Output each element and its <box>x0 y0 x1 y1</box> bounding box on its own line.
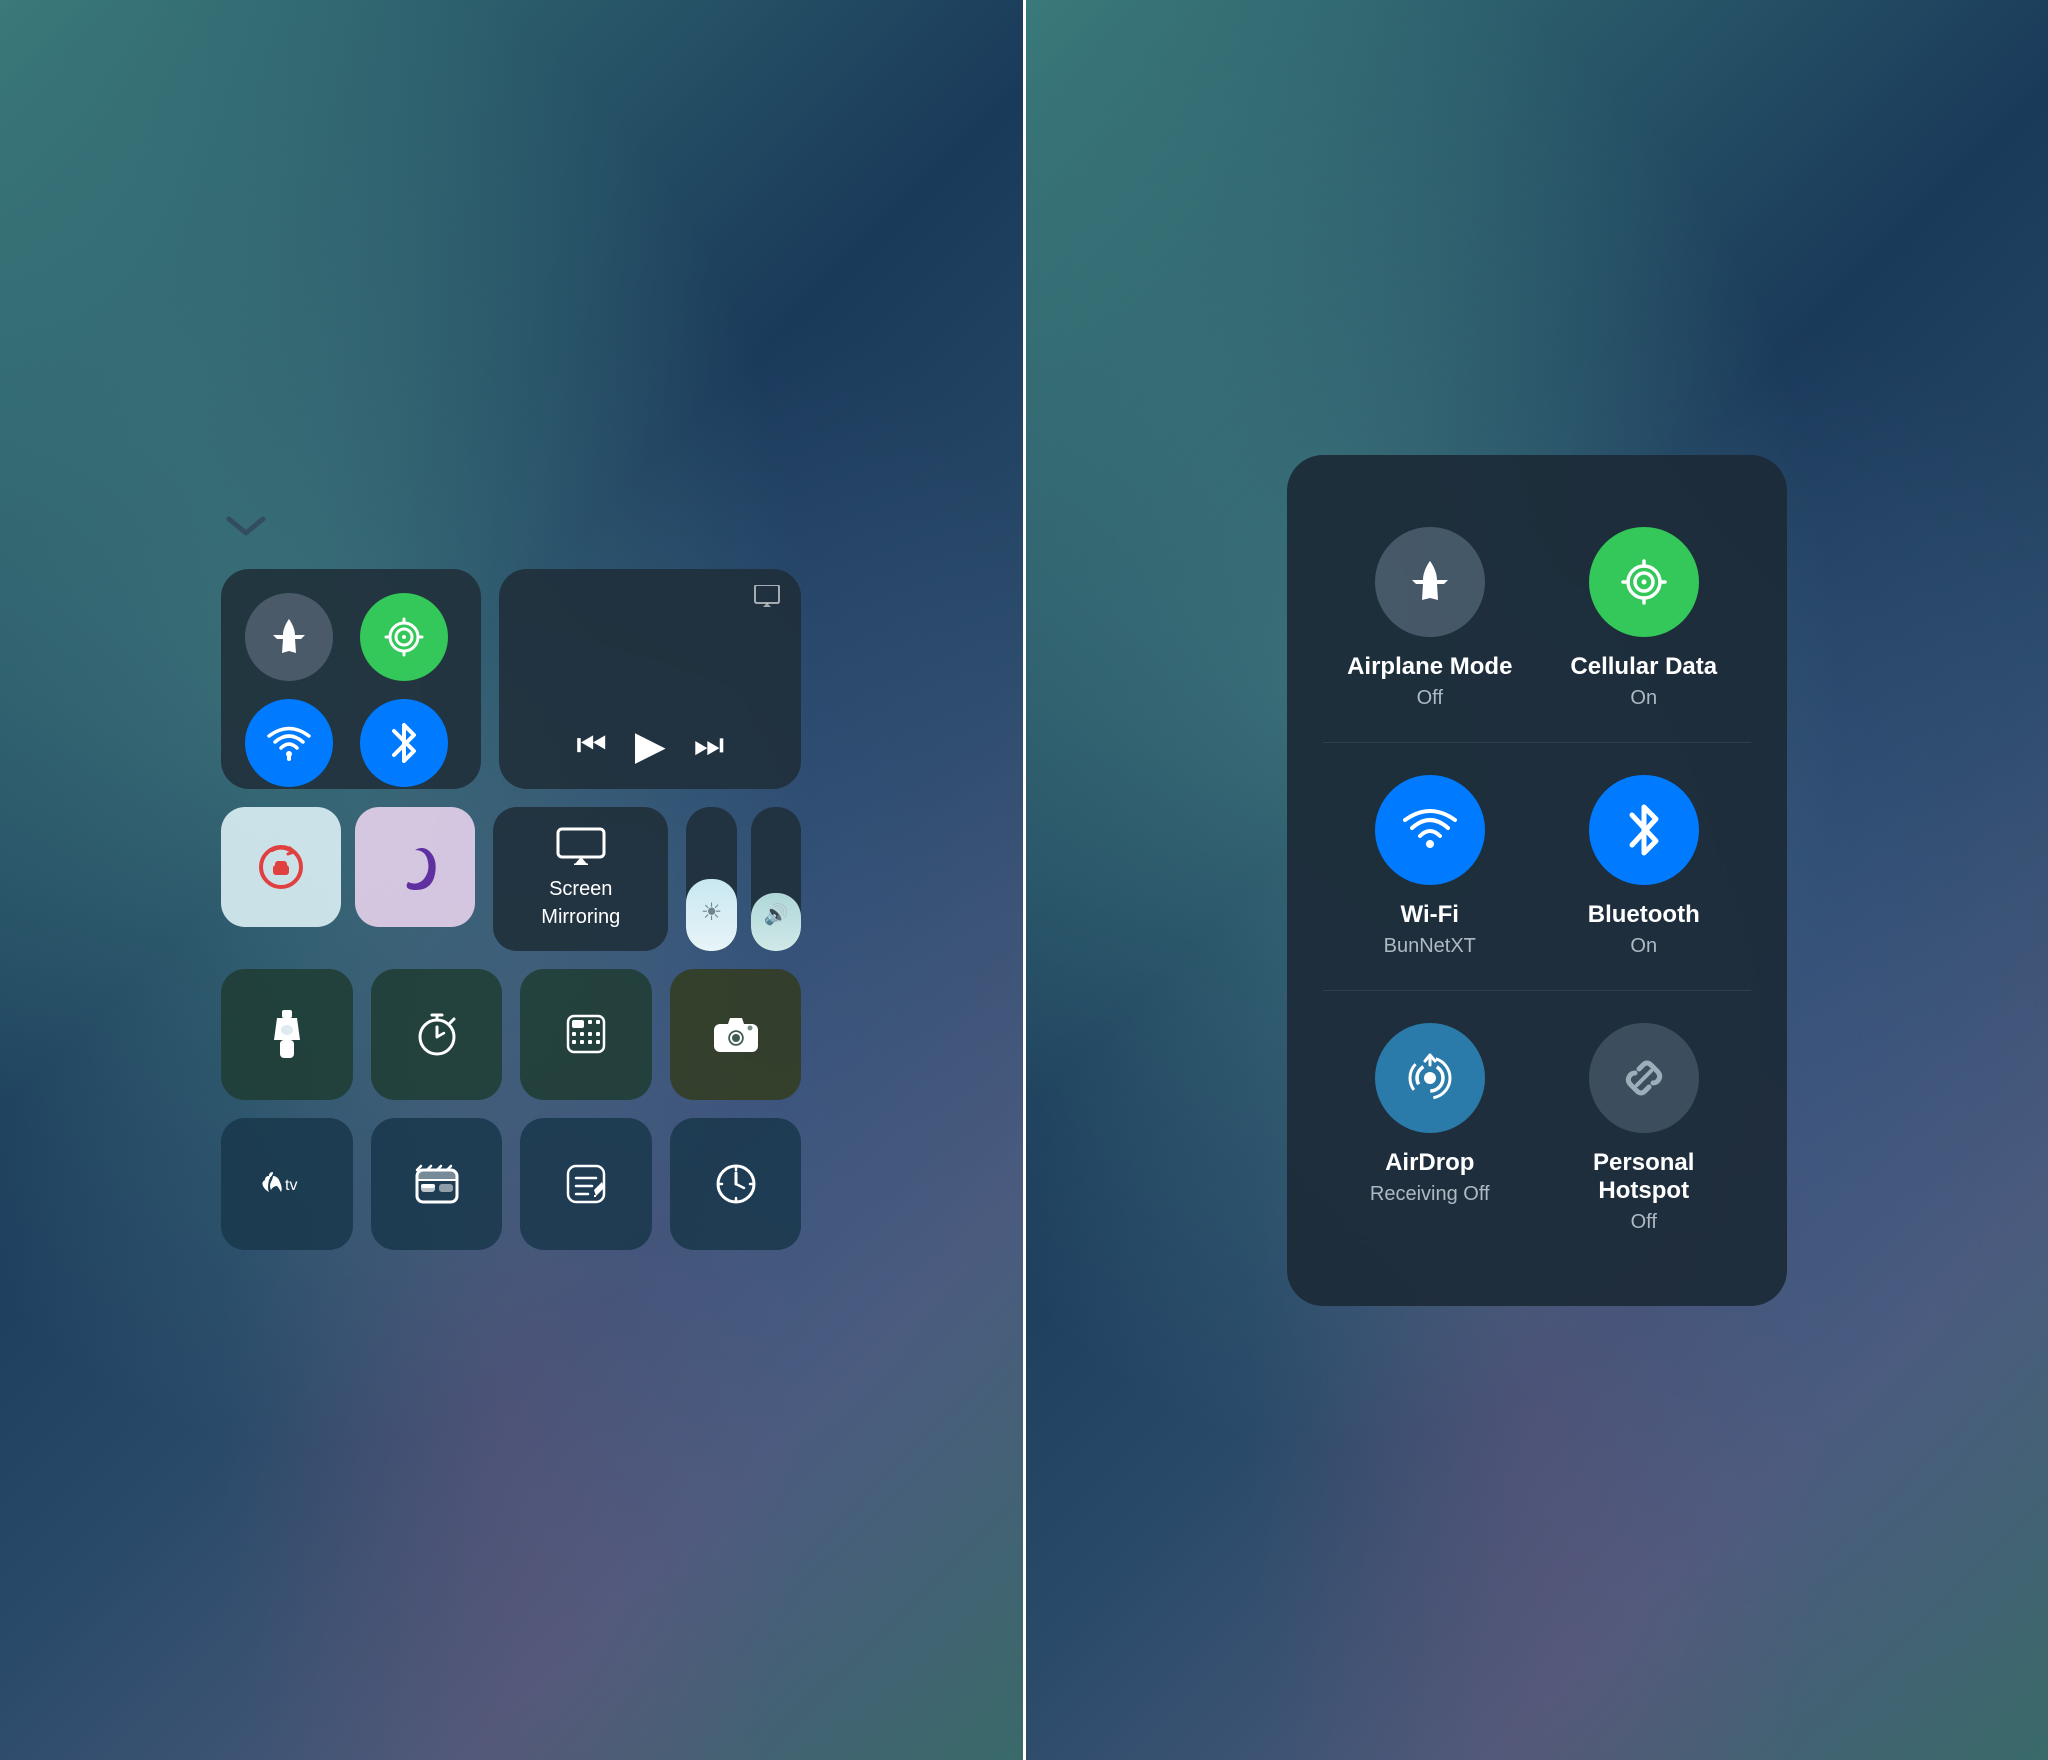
rewind-button[interactable]: ⏮ <box>576 726 607 765</box>
camera-button[interactable] <box>670 969 802 1101</box>
cellular-data-button[interactable] <box>360 593 448 681</box>
wallet-button[interactable] <box>371 1118 503 1250</box>
wifi-button[interactable] <box>245 699 333 787</box>
wifi-network: BunNetXT <box>1384 935 1476 958</box>
bluetooth-status: On <box>1630 935 1657 958</box>
right-half: Airplane Mode Off <box>1026 0 2048 1760</box>
media-tile: ⏮ ▶ ⏭ <box>499 569 801 789</box>
airplane-mode-button[interactable] <box>245 593 333 681</box>
brightness-slider[interactable]: ☀ <box>686 807 737 951</box>
screen-mirroring-label: Screen Mirroring <box>523 875 638 931</box>
airdrop-circle <box>1375 1023 1485 1133</box>
control-center-panel: ⏮ ▶ ⏭ <box>221 511 801 1250</box>
volume-icon: 🔊 <box>764 902 789 927</box>
popup-wifi[interactable]: Wi-Fi BunNetXT <box>1323 743 1537 990</box>
cellular-data-circle <box>1589 527 1699 637</box>
app-row-2: tv <box>221 1118 801 1250</box>
top-row: ⏮ ▶ ⏭ <box>221 569 801 789</box>
wifi-label: Wi-Fi <box>1401 901 1459 929</box>
wifi-circle <box>1375 775 1485 885</box>
clock-button[interactable] <box>670 1118 802 1250</box>
screen-mirroring-button[interactable]: Screen Mirroring <box>493 807 668 951</box>
popup-airplane-mode[interactable]: Airplane Mode Off <box>1323 495 1537 742</box>
bluetooth-circle <box>1589 775 1699 885</box>
popup-airdrop[interactable]: AirDrop Receiving Off <box>1323 991 1537 1266</box>
fast-forward-button[interactable]: ⏭ <box>694 726 725 765</box>
hotspot-circle <box>1589 1023 1699 1133</box>
chevron-indicator <box>221 511 801 541</box>
connectivity-tile <box>221 569 481 789</box>
do-not-disturb-button[interactable] <box>355 807 475 927</box>
connectivity-popup: Airplane Mode Off <box>1287 455 1787 1306</box>
app-row-1 <box>221 969 801 1101</box>
svg-text:tv: tv <box>285 1177 297 1194</box>
popup-personal-hotspot[interactable]: Personal Hotspot Off <box>1537 991 1751 1266</box>
flashlight-button[interactable] <box>221 969 353 1101</box>
sliders-area: ☀ 🔊 <box>686 807 801 951</box>
bluetooth-button[interactable] <box>360 699 448 787</box>
airplay-icon <box>753 585 781 607</box>
popup-cellular-data[interactable]: Cellular Data On <box>1537 495 1751 742</box>
bluetooth-label: Bluetooth <box>1588 901 1700 929</box>
cellular-data-status: On <box>1630 687 1657 710</box>
cellular-data-label: Cellular Data <box>1570 653 1717 681</box>
popup-bluetooth[interactable]: Bluetooth On <box>1537 743 1751 990</box>
panel-divider <box>1023 0 1026 1760</box>
popup-grid: Airplane Mode Off <box>1323 495 1751 1266</box>
personal-hotspot-label: Personal Hotspot <box>1557 1149 1731 1205</box>
airdrop-status: Receiving Off <box>1370 1183 1490 1206</box>
airdrop-label: AirDrop <box>1385 1149 1474 1177</box>
volume-slider[interactable]: 🔊 <box>751 807 802 951</box>
second-row: Screen Mirroring ☀ 🔊 <box>221 807 801 951</box>
notes-button[interactable] <box>520 1118 652 1250</box>
brightness-icon: ☀ <box>701 898 723 927</box>
calculator-button[interactable] <box>520 969 652 1101</box>
airplane-mode-circle <box>1375 527 1485 637</box>
lock-rotation-button[interactable] <box>221 807 341 927</box>
media-controls: ⏮ ▶ ⏭ <box>519 723 781 769</box>
apple-tv-button[interactable]: tv <box>221 1118 353 1250</box>
timer-button[interactable] <box>371 969 503 1101</box>
play-button[interactable]: ▶ <box>635 723 666 769</box>
popup-card: Airplane Mode Off <box>1287 455 1787 1306</box>
airplane-mode-status: Off <box>1417 687 1443 710</box>
personal-hotspot-status: Off <box>1631 1211 1657 1234</box>
small-tiles <box>221 807 475 951</box>
left-half: ⏮ ▶ ⏭ <box>0 0 1023 1760</box>
airplane-mode-label: Airplane Mode <box>1347 653 1512 681</box>
